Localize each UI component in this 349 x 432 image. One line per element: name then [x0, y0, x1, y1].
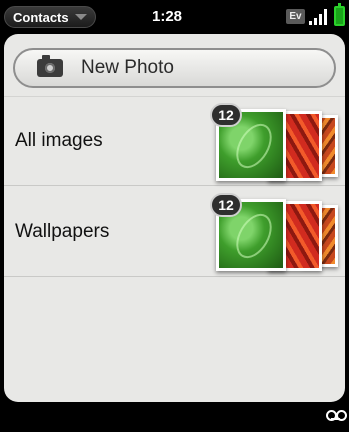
battery-icon — [334, 3, 345, 26]
chevron-down-icon — [74, 14, 87, 20]
album-label: All images — [15, 130, 103, 151]
app-menu-button[interactable]: Contacts — [4, 6, 96, 28]
album-label: Wallpapers — [15, 220, 110, 242]
app-menu-label: Contacts — [13, 9, 69, 25]
status-time: 1:28 — [152, 8, 183, 25]
new-photo-button[interactable]: New Photo — [13, 48, 336, 88]
camera-icon — [37, 55, 63, 77]
photos-card: New Photo All images 12 Wallpapers 12 — [4, 34, 345, 402]
photo-count-badge: 12 — [210, 193, 242, 217]
album-thumbnail-stack: 12 — [210, 103, 345, 187]
new-photo-label: New Photo — [81, 57, 174, 78]
album-row-wallpapers[interactable]: Wallpapers 12 — [4, 187, 345, 277]
album-row-all-images[interactable]: All images 12 — [4, 96, 345, 186]
album-thumbnail-stack: 12 — [210, 193, 345, 277]
photo-count-badge: 12 — [210, 103, 242, 127]
status-bar: Contacts 1:28 Ev — [0, 0, 349, 34]
network-type-icon: Ev — [286, 9, 305, 24]
voicemail-icon[interactable] — [326, 410, 347, 421]
signal-icon — [309, 9, 331, 25]
